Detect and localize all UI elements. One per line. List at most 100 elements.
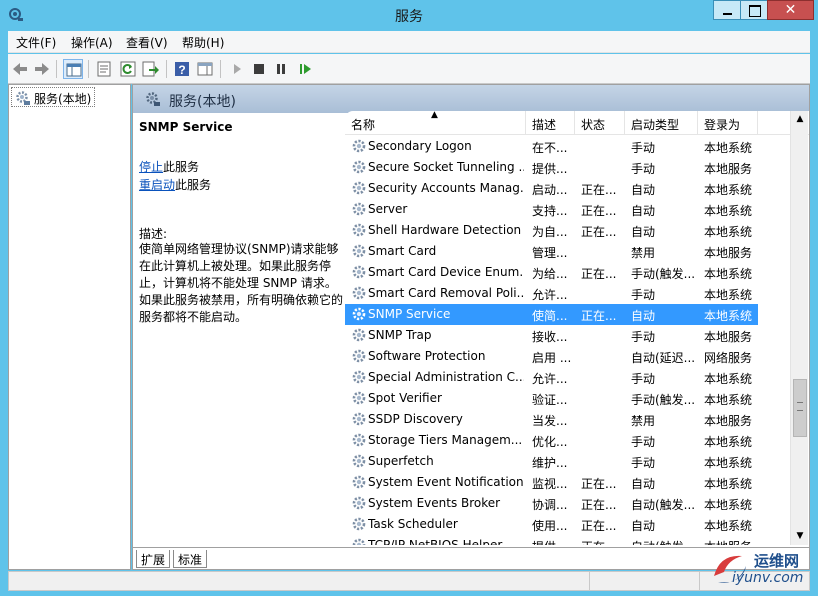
cell-status: 正在...	[581, 519, 617, 533]
menu-help[interactable]: 帮助(H)	[182, 34, 224, 51]
cell-desc: 维护...	[532, 456, 568, 470]
pause-service-button[interactable]	[271, 59, 291, 79]
cell-startup: 禁用	[631, 414, 656, 428]
table-row[interactable]: Storage Tiers Managem... 优化... 手动 本地系统	[345, 430, 758, 451]
table-row[interactable]: Secondary Logon 在不... 手动 本地系统	[345, 136, 758, 157]
cell-logon: 本地系统	[704, 204, 753, 218]
column-header-label: 登录为	[704, 118, 741, 132]
column-header-startup-type[interactable]: 启动类型	[625, 111, 698, 134]
table-row[interactable]: SNMP Service 使简... 正在... 自动 本地系统	[345, 304, 758, 325]
help-button[interactable]: ?	[172, 59, 192, 79]
table-row[interactable]: TCP/IP NetBIOS Helper提供...正在...自动(触发...本…	[345, 535, 758, 545]
gear-icon	[352, 181, 366, 195]
table-row[interactable]: System Event Notification... 监视... 正在... 自动…	[345, 472, 758, 493]
toolbar-separator	[88, 60, 89, 78]
show-console-tree-button[interactable]	[63, 59, 83, 79]
pause-service-icon	[277, 64, 285, 74]
cell-desc: 支持...	[532, 204, 568, 218]
table-row[interactable]: Smart Card 管理... 禁用 本地服务	[345, 241, 758, 262]
restart-service-link[interactable]: 重启动	[139, 178, 175, 192]
cell-startup: 自动(触发...	[631, 538, 694, 545]
table-row[interactable]: Shell Hardware Detection 为自... 正在... 自动 本地系统	[345, 220, 758, 241]
gear-icon	[352, 433, 366, 447]
scrollbar-thumb[interactable]	[793, 379, 807, 437]
properties-button[interactable]	[94, 59, 114, 79]
selected-service-name: SNMP Service	[139, 120, 233, 134]
stop-service-link[interactable]: 停止	[139, 160, 163, 174]
menu-view[interactable]: 查看(V)	[126, 34, 168, 51]
help-icon: ?	[175, 62, 189, 77]
menu-file[interactable]: 文件(F)	[16, 34, 56, 51]
cell-startup: 自动	[631, 183, 656, 197]
cell-name: Smart Card	[368, 244, 437, 258]
services-list[interactable]: 名称 ▲ 描述 状态 启动类型 登录为 Secondary Logon 在不...…	[345, 111, 809, 545]
cell-desc: 提供...	[532, 538, 572, 545]
table-row[interactable]: Software Protection 启用 ... 自动(延迟... 网络服务	[345, 346, 758, 367]
tab-standard[interactable]: 标准	[173, 550, 208, 568]
cell-name: Special Administration C...	[368, 370, 524, 384]
gear-icon	[352, 475, 366, 489]
cell-logon: 本地系统	[704, 498, 753, 512]
table-row[interactable]: Secure Socket Tunneling ... 提供... 手动 本地服务	[345, 157, 758, 178]
table-row[interactable]: Security Accounts Manag... 启动... 正在... 自动 本地…	[345, 178, 758, 199]
cell-status: 正在...	[581, 538, 621, 545]
column-header-description[interactable]: 描述	[526, 111, 575, 134]
cell-startup: 手动(触发...	[631, 267, 694, 281]
export-list-button[interactable]	[140, 59, 160, 79]
forward-button[interactable]	[32, 59, 52, 79]
cell-name: Superfetch	[368, 454, 434, 468]
vertical-scrollbar[interactable]: ▲ ▼	[790, 111, 808, 545]
minimize-button[interactable]	[713, 0, 741, 20]
cell-startup: 手动	[631, 456, 656, 470]
table-row[interactable]: Special Administration C... 允许... 手动 本地系统	[345, 367, 758, 388]
tab-extended[interactable]: 扩展	[136, 550, 171, 568]
cell-startup: 禁用	[631, 246, 656, 260]
start-service-button[interactable]	[227, 59, 247, 79]
gear-icon	[352, 412, 366, 426]
table-row[interactable]: Smart Card Removal Poli... 允许... 手动 本地系统	[345, 283, 758, 304]
console-tree: 服务(本地)	[8, 84, 131, 570]
cell-logon: 本地系统	[704, 309, 753, 323]
refresh-button[interactable]	[118, 59, 138, 79]
action-pane-button[interactable]	[195, 59, 215, 79]
cell-name: Spot Verifier	[368, 391, 442, 405]
stop-service-button[interactable]	[249, 59, 269, 79]
table-row[interactable]: Task Scheduler 使用... 正在... 自动 本地系统	[345, 514, 758, 535]
table-row[interactable]: System Events Broker 协调... 正在... 自动(触发... 本地…	[345, 493, 758, 514]
close-button[interactable]: ✕	[767, 0, 814, 20]
column-header-status[interactable]: 状态	[575, 111, 625, 134]
sort-ascending-icon: ▲	[431, 111, 438, 120]
table-row[interactable]: Spot Verifier 验证... 手动(触发... 本地系统	[345, 388, 758, 409]
cell-startup: 手动	[631, 372, 656, 386]
back-button[interactable]	[10, 59, 30, 79]
table-row[interactable]: Superfetch 维护... 手动 本地系统	[345, 451, 758, 472]
cell-startup: 手动	[631, 141, 656, 155]
cell-desc: 使用...	[532, 519, 568, 533]
cell-status: 正在...	[581, 477, 617, 491]
scroll-up-arrow-icon[interactable]: ▲	[793, 114, 807, 128]
table-row[interactable]: SNMP Trap 接收... 手动 本地服务	[345, 325, 758, 346]
column-header-name[interactable]: 名称 ▲	[345, 111, 526, 134]
menu-action[interactable]: 操作(A)	[71, 34, 113, 51]
cell-startup: 手动	[631, 288, 656, 302]
cell-startup: 自动(延迟...	[631, 351, 694, 365]
maximize-button[interactable]	[740, 0, 768, 20]
cell-name: Task Scheduler	[368, 517, 458, 531]
table-row[interactable]: Smart Card Device Enum... 为给... 正在... 手动(触发…	[345, 262, 758, 283]
table-row[interactable]: SSDP Discovery 当发... 禁用 本地服务	[345, 409, 758, 430]
tree-item-services-local[interactable]: 服务(本地)	[11, 87, 96, 107]
column-header-label: 名称	[351, 118, 376, 132]
cell-startup: 自动	[631, 309, 656, 323]
status-bar	[8, 571, 810, 591]
cell-desc: 允许...	[532, 288, 568, 302]
toolbar-separator	[220, 60, 221, 78]
cell-status: 正在...	[581, 267, 617, 281]
gear-icon	[352, 265, 366, 279]
restart-service-button[interactable]	[295, 59, 315, 79]
column-header-logon-as[interactable]: 登录为	[698, 111, 758, 134]
stop-service-icon	[254, 64, 264, 74]
restart-service-icon	[300, 64, 311, 74]
gear-icon	[352, 517, 366, 531]
cell-logon: 本地系统	[704, 372, 753, 386]
table-row[interactable]: Server 支持... 正在... 自动 本地系统	[345, 199, 758, 220]
